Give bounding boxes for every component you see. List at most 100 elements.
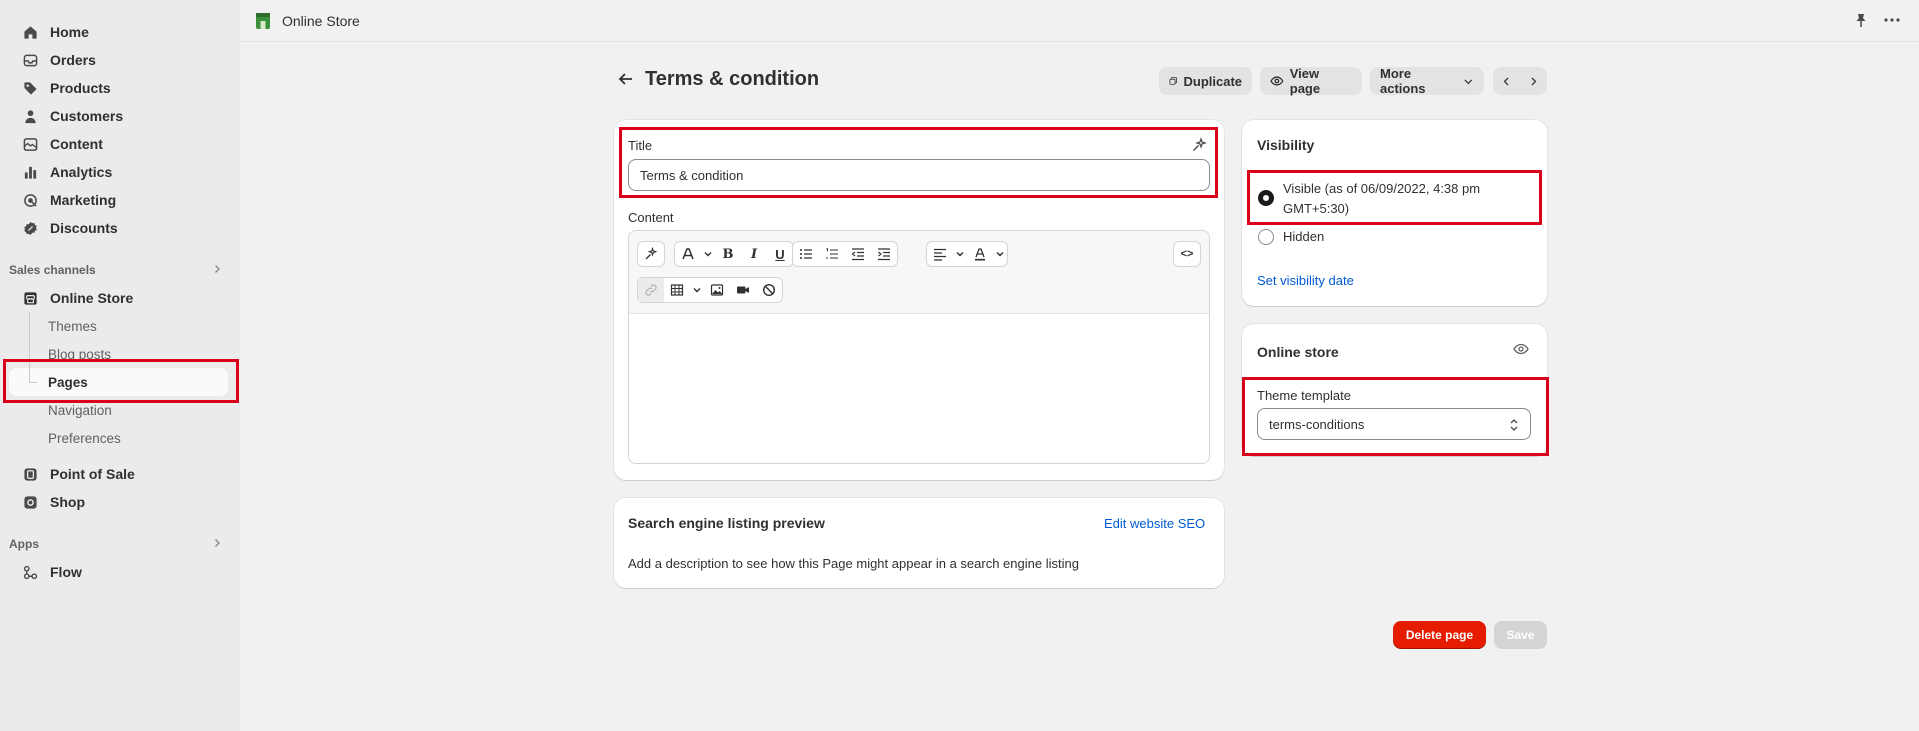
previous-page-button[interactable]: [1493, 76, 1520, 87]
apps-label: Apps: [9, 537, 39, 551]
more-actions-button[interactable]: More actions: [1370, 66, 1484, 96]
insert-video-button[interactable]: [730, 278, 756, 302]
annotation-highlight-pages: [3, 359, 239, 403]
align-color-group: [926, 241, 1008, 267]
text-color-button[interactable]: [967, 242, 993, 266]
chevron-down-icon: [956, 252, 964, 257]
image-icon: [710, 284, 724, 296]
rich-text-editor: B I U <>: [628, 230, 1210, 464]
insert-table-button[interactable]: [664, 278, 690, 302]
online-store-logo-icon: [256, 12, 270, 29]
hidden-radio-label: Hidden: [1283, 229, 1325, 244]
text-color-icon: [975, 248, 985, 261]
delete-page-button[interactable]: Delete page: [1393, 621, 1486, 649]
more-actions-label: More actions: [1380, 66, 1426, 96]
numbered-list-icon: [826, 248, 838, 259]
tag-icon: [22, 80, 38, 96]
sidebar-subitem-label: Preferences: [48, 430, 121, 446]
underline-button[interactable]: U: [767, 242, 793, 266]
save-button[interactable]: Save: [1494, 621, 1547, 649]
chevron-down-icon: [704, 252, 712, 257]
bold-button[interactable]: B: [715, 242, 741, 266]
pin-icon[interactable]: [1853, 12, 1869, 31]
sidebar-item-label: Marketing: [50, 192, 117, 208]
font-style-dropdown[interactable]: [701, 242, 715, 266]
view-page-label: View page: [1289, 66, 1321, 96]
bullet-list-icon: [800, 249, 812, 259]
apps-header[interactable]: Apps: [0, 530, 240, 558]
editor-body[interactable]: [629, 314, 1209, 463]
person-icon: [22, 108, 38, 124]
font-style-button[interactable]: [675, 242, 701, 266]
indent-icon: [878, 248, 890, 261]
insert-image-button[interactable]: [704, 278, 730, 302]
chevron-left-icon: [1503, 77, 1509, 85]
pagination-group: [1493, 67, 1547, 95]
chevron-right-icon: [1531, 77, 1537, 85]
topbar-store-name: Online Store: [282, 12, 360, 29]
align-left-icon: [934, 248, 946, 261]
magic-assist-button[interactable]: [638, 242, 664, 266]
show-html-button[interactable]: <>: [1174, 242, 1200, 266]
hidden-radio[interactable]: [1258, 229, 1274, 245]
outdent-icon: [851, 248, 864, 261]
insert-group: [637, 277, 783, 303]
sidebar-item-products[interactable]: Products: [0, 74, 240, 102]
numbered-list-button[interactable]: [819, 242, 845, 266]
set-visibility-date-link[interactable]: Set visibility date: [1257, 273, 1354, 288]
back-arrow-icon[interactable]: [617, 70, 635, 88]
sidebar-item-label: Online Store: [50, 290, 134, 306]
text-color-dropdown[interactable]: [993, 242, 1007, 266]
sales-channels-label: Sales channels: [9, 263, 96, 277]
sidebar-item-marketing[interactable]: Marketing: [0, 186, 240, 214]
seo-description: Add a description to see how this Page m…: [628, 556, 1079, 571]
font-icon: [682, 248, 694, 260]
align-button[interactable]: [927, 242, 953, 266]
video-icon: [737, 286, 749, 294]
eye-icon[interactable]: [1513, 342, 1529, 359]
eye-icon: [1270, 76, 1284, 86]
page-title: Terms & condition: [645, 68, 820, 90]
sidebar-item-analytics[interactable]: Analytics: [0, 158, 240, 186]
sidebar-item-flow[interactable]: Flow: [0, 558, 240, 586]
shop-icon: [22, 494, 38, 510]
sidebar-item-point-of-sale[interactable]: Point of Sale: [0, 460, 240, 488]
sidebar-item-shop[interactable]: Shop: [0, 488, 240, 516]
topbar: Online Store: [240, 0, 1919, 42]
indent-button[interactable]: [871, 242, 897, 266]
sidebar-subitem-preferences[interactable]: Preferences: [0, 424, 240, 452]
sales-channels-header[interactable]: Sales channels: [0, 256, 240, 284]
storefront-icon: [22, 290, 38, 306]
sidebar-item-home[interactable]: Home: [0, 18, 240, 46]
outdent-button[interactable]: [845, 242, 871, 266]
sidebar-item-label: Point of Sale: [50, 466, 135, 482]
sidebar-item-customers[interactable]: Customers: [0, 102, 240, 130]
sidebar-item-discounts[interactable]: Discounts: [0, 214, 240, 242]
table-dropdown[interactable]: [690, 278, 704, 302]
duplicate-button[interactable]: Duplicate: [1159, 67, 1252, 95]
view-page-button[interactable]: View page: [1260, 66, 1362, 96]
sidebar-item-label: Products: [50, 80, 111, 96]
next-page-button[interactable]: [1520, 76, 1547, 87]
chevron-right-icon: [212, 263, 222, 277]
visibility-title: Visibility: [1257, 137, 1315, 153]
italic-button[interactable]: I: [741, 242, 767, 266]
marketing-icon: [22, 192, 38, 208]
sidebar-item-orders[interactable]: Orders: [0, 46, 240, 74]
bullet-list-button[interactable]: [793, 242, 819, 266]
sidebar-subitem-label: Navigation: [48, 402, 112, 418]
insert-link-button[interactable]: [638, 278, 664, 302]
sidebar-subitem-themes[interactable]: Themes: [0, 312, 240, 340]
annotation-highlight-visibility: [1247, 170, 1542, 225]
edit-website-seo-link[interactable]: Edit website SEO: [1104, 516, 1205, 531]
sidebar-item-content[interactable]: Content: [0, 130, 240, 158]
clear-formatting-button[interactable]: [756, 278, 782, 302]
tree-line: [29, 312, 30, 340]
sidebar-item-online-store[interactable]: Online Store: [0, 284, 240, 312]
table-icon: [670, 284, 684, 296]
sidebar-item-label: Content: [50, 136, 103, 152]
align-dropdown[interactable]: [953, 242, 967, 266]
list-indent-group: [792, 241, 898, 267]
more-options-icon[interactable]: [1883, 12, 1901, 31]
sidebar-item-label: Discounts: [50, 220, 118, 236]
